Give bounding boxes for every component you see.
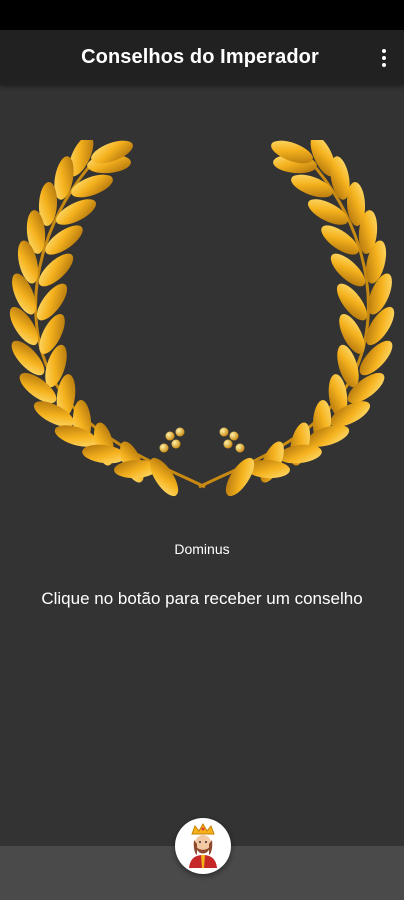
- laurel-wreath-icon: [9, 140, 395, 497]
- app-title: Conselhos do Imperador: [81, 46, 319, 68]
- more-vert-icon[interactable]: [376, 45, 392, 71]
- author-label: Dominus: [174, 541, 230, 557]
- advice-button[interactable]: [175, 818, 231, 874]
- advice-text: Clique no botão para receber um conselho: [41, 589, 363, 608]
- emperor-avatar-icon: [189, 822, 217, 868]
- status-bar: [0, 0, 404, 30]
- app-bar: Conselhos do Imperador: [0, 30, 404, 85]
